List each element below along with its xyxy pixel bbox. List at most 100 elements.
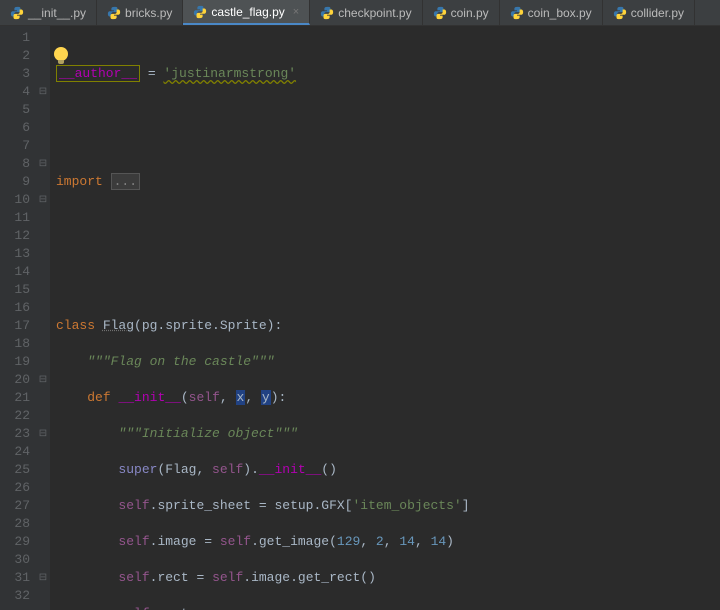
close-icon[interactable]: × (293, 6, 299, 18)
code-area[interactable]: __author__ = 'justinarmstrong' import ..… (50, 26, 720, 610)
tab-collider-py[interactable]: collider.py (603, 0, 695, 25)
line-number: 20 (0, 371, 30, 389)
fold-marker (36, 281, 50, 299)
fold-marker (36, 479, 50, 497)
param-x: x (236, 390, 246, 405)
line-number: 1 (0, 29, 30, 47)
num: 2 (376, 534, 384, 549)
author-value: 'justinarmstrong' (163, 66, 296, 81)
line-number: 23 (0, 425, 30, 443)
tab-__init__-py[interactable]: __init__.py (0, 0, 97, 25)
self: self (118, 498, 149, 513)
fold-marker (36, 119, 50, 137)
line-number: 32 (0, 587, 30, 605)
fold-marker (36, 533, 50, 551)
kw-import: import (56, 174, 111, 189)
builtin-super: super (118, 462, 157, 477)
line-number: 22 (0, 407, 30, 425)
line-number: 30 (0, 551, 30, 569)
num: 14 (431, 534, 447, 549)
t: () (321, 462, 337, 477)
t: .rect = (150, 570, 212, 585)
fold-marker[interactable]: ⊟ (36, 191, 50, 209)
fold-column[interactable]: ⊟ ⊟ ⊟ ⊟ ⊟ ⊟ (36, 26, 50, 610)
fold-marker (36, 353, 50, 371)
docstring: """Initialize object""" (118, 426, 297, 441)
fold-marker[interactable]: ⊟ (36, 569, 50, 587)
line-number: 28 (0, 515, 30, 533)
docstring: """Flag on the castle""" (87, 354, 274, 369)
c: , (245, 390, 261, 405)
fold-marker (36, 407, 50, 425)
t: .image = (150, 534, 220, 549)
line-number: 8 (0, 155, 30, 173)
self: self (220, 534, 251, 549)
lightbulb-icon[interactable] (54, 47, 68, 61)
fold-marker (36, 317, 50, 335)
fold-marker (36, 245, 50, 263)
line-number: 4 (0, 83, 30, 101)
fold-marker (36, 29, 50, 47)
t: ) (446, 534, 454, 549)
t: , (384, 534, 400, 549)
t: ). (243, 462, 259, 477)
fold-marker (36, 209, 50, 227)
t: , (415, 534, 431, 549)
fold-marker[interactable]: ⊟ (36, 425, 50, 443)
line-number: 10 (0, 191, 30, 209)
line-number: 3 (0, 65, 30, 83)
self: self (118, 570, 149, 585)
fold-marker (36, 47, 50, 65)
self: self (118, 606, 149, 610)
param-y: y (261, 390, 271, 405)
fold-marker (36, 551, 50, 569)
line-number: 11 (0, 209, 30, 227)
dunder-init: __init__ (259, 462, 321, 477)
t: , (360, 534, 376, 549)
p: ): (271, 390, 287, 405)
fold-marker (36, 587, 50, 605)
line-number: 18 (0, 335, 30, 353)
line-number: 16 (0, 299, 30, 317)
editor-tabs: __init__.pybricks.pycastle_flag.py×check… (0, 0, 720, 26)
num: 129 (337, 534, 360, 549)
line-number: 14 (0, 263, 30, 281)
line-number: 9 (0, 173, 30, 191)
str: 'item_objects' (352, 498, 461, 513)
tab-bricks-py[interactable]: bricks.py (97, 0, 183, 25)
python-file-icon (510, 6, 524, 20)
fold-marker (36, 389, 50, 407)
self: self (118, 534, 149, 549)
self: self (189, 390, 220, 405)
class-name: Flag (103, 318, 134, 333)
line-number: 31 (0, 569, 30, 587)
line-number: 6 (0, 119, 30, 137)
t: ] (462, 498, 470, 513)
kw-def: def (87, 390, 118, 405)
line-number: 17 (0, 317, 30, 335)
python-file-icon (10, 6, 24, 20)
line-number: 12 (0, 227, 30, 245)
line-number: 26 (0, 479, 30, 497)
tab-coin-py[interactable]: coin.py (423, 0, 500, 25)
line-number: 15 (0, 281, 30, 299)
line-number: 25 (0, 461, 30, 479)
python-file-icon (193, 5, 207, 19)
t: .sprite_sheet = setup.GFX[ (150, 498, 353, 513)
tab-coin_box-py[interactable]: coin_box.py (500, 0, 603, 25)
line-number: 27 (0, 497, 30, 515)
python-file-icon (433, 6, 447, 20)
self: self (212, 462, 243, 477)
self: self (212, 570, 243, 585)
line-number: 2 (0, 47, 30, 65)
fold-marker (36, 227, 50, 245)
python-file-icon (320, 6, 334, 20)
tab-castle_flag-py[interactable]: castle_flag.py× (183, 0, 310, 25)
tab-checkpoint-py[interactable]: checkpoint.py (310, 0, 422, 25)
fold-marker (36, 335, 50, 353)
folded-imports[interactable]: ... (111, 173, 140, 190)
fold-marker[interactable]: ⊟ (36, 371, 50, 389)
fold-marker[interactable]: ⊟ (36, 155, 50, 173)
line-number: 5 (0, 101, 30, 119)
fold-marker[interactable]: ⊟ (36, 83, 50, 101)
